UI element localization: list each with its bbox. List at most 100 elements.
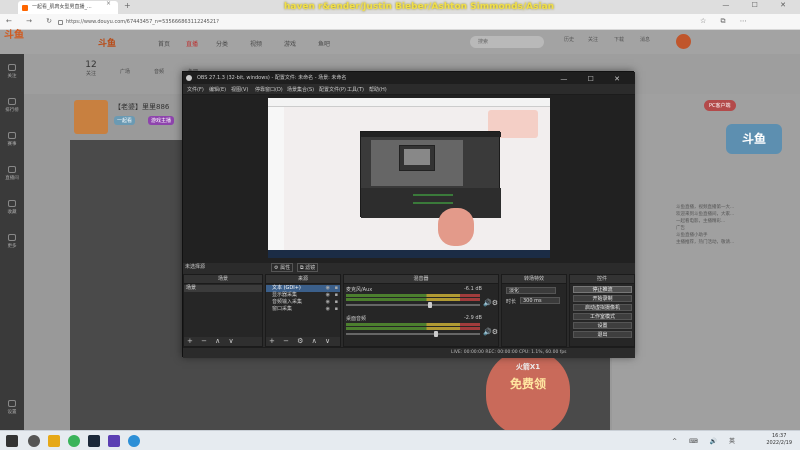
menu-scene-collection[interactable]: 场景集合(S) [287, 86, 314, 93]
subnav-follow[interactable]: 12 关注 [76, 60, 106, 77]
subnav-square[interactable]: 广场 [110, 68, 140, 75]
gear-icon [8, 400, 16, 407]
properties-label: 属性 [280, 265, 291, 271]
clock[interactable]: 16:37 2022/2/19 [766, 433, 792, 447]
rail-more[interactable]: 更多 [0, 234, 24, 249]
nested-preview-2 [399, 145, 435, 171]
speaker-icon[interactable]: 🔊⚙ [483, 328, 498, 336]
edge-icon[interactable] [128, 435, 140, 447]
grid-icon [8, 234, 16, 241]
rocket-promo[interactable]: 火箭X1 免费领 [486, 350, 570, 436]
scenes-toolbar[interactable]: + − ∧ ∨ [184, 337, 262, 346]
start-recording-button[interactable]: 开始录制 [573, 295, 632, 302]
source-item[interactable]: 文本 (GDI+) ◉ ▪ [266, 285, 340, 292]
captured-sidebar [268, 107, 284, 258]
nav-category[interactable]: 分类 [216, 39, 228, 48]
rail-rooms[interactable]: 直播间 [0, 166, 24, 181]
nav-live[interactable]: 直播 [186, 39, 198, 48]
room-tag[interactable]: 游戏主播 [148, 116, 175, 125]
url-field[interactable]: https://www.douyu.com/67443457_n=5356668… [56, 17, 696, 28]
volume-slider[interactable] [346, 304, 480, 306]
close-tab-icon[interactable]: × [106, 0, 111, 7]
controls-header: 控件 [570, 275, 634, 284]
steam-icon[interactable] [88, 435, 100, 447]
download-icon[interactable]: 下载 [610, 36, 628, 43]
rail-settings[interactable]: 设置 [0, 400, 24, 415]
menu-help[interactable]: 帮助(H) [369, 86, 387, 93]
menu-file[interactable]: 文件(F) [187, 86, 204, 93]
eye-icon[interactable]: ◉ [326, 299, 330, 306]
lock-icon[interactable]: ▪ [335, 285, 338, 292]
eye-icon[interactable]: ◉ [326, 306, 330, 313]
transition-select[interactable]: 淡化 [506, 287, 556, 294]
exit-button[interactable]: 退出 [573, 331, 632, 338]
explorer-icon[interactable] [48, 435, 60, 447]
scene-item[interactable]: 场景 [184, 285, 262, 292]
speaker-icon[interactable]: 🔊⚙ [483, 299, 498, 307]
search-input[interactable]: 搜索 [470, 36, 544, 48]
lock-icon[interactable]: ▪ [335, 306, 338, 313]
studio-mode-button[interactable]: 工作室模式 [573, 313, 632, 320]
search-icon[interactable] [28, 435, 40, 447]
menu-profile[interactable]: 配置文件(P) [319, 86, 346, 93]
rail-rank[interactable]: 排行榜 [0, 98, 24, 113]
menu-edit[interactable]: 编辑(E) [209, 86, 226, 93]
nav-games[interactable]: 游戏 [284, 39, 296, 48]
scenes-header: 场景 [184, 275, 262, 284]
nav-home[interactable]: 首页 [158, 39, 170, 48]
source-item[interactable]: 音频输入采集 ◉ ▪ [266, 299, 340, 306]
nav-fishbar[interactable]: 鱼吧 [318, 39, 330, 48]
rail-follow[interactable]: 关注 [0, 64, 24, 79]
new-tab-button[interactable]: + [124, 1, 131, 10]
sources-toolbar[interactable]: + − ⚙ ∧ ∨ [266, 337, 340, 346]
nav-buttons[interactable]: ← → ↻ [6, 17, 58, 25]
system-tray[interactable]: ^ ⌨ 🔊 英 [672, 436, 740, 445]
properties-button[interactable]: ⚙ 属性 [271, 263, 294, 272]
history-icon[interactable]: 历史 [560, 36, 578, 43]
rail-events[interactable]: 赛事 [0, 132, 24, 147]
subnav-audio[interactable]: 音频 [144, 68, 174, 75]
lock-icon[interactable]: ▪ [335, 292, 338, 299]
windows-taskbar: ^ ⌨ 🔊 英 16:37 2022/2/19 [0, 430, 800, 450]
filters-button[interactable]: ⧉ 滤镜 [297, 263, 319, 272]
follow-icon[interactable]: 关注 [584, 36, 602, 43]
volume-slider[interactable] [346, 333, 480, 335]
obs-preview[interactable] [183, 95, 635, 263]
virtual-camera-button[interactable]: 启动虚拟摄像机 [573, 304, 632, 311]
nested-preview-3 [404, 149, 430, 165]
obs-taskbar-icon[interactable] [108, 435, 120, 447]
captured-mascot [438, 208, 474, 246]
rail-favorites[interactable]: 收藏 [0, 200, 24, 215]
nav-video[interactable]: 视频 [250, 39, 262, 48]
site-logo[interactable]: 斗鱼 [4, 26, 24, 41]
site-header: 斗鱼 斗鱼 首页 直播 分类 视频 游戏 鱼吧 搜索 历史 关注 下载 消息 [0, 30, 800, 54]
eye-icon[interactable]: ◉ [326, 285, 330, 292]
source-item[interactable]: 窗口采集 ◉ ▪ [266, 306, 340, 313]
description-line: 主播推荐，热门活动，敬请... [676, 240, 735, 245]
pc-client-button[interactable]: PC客户端 [704, 100, 736, 111]
lock-icon[interactable]: ▪ [335, 299, 338, 306]
menu-view[interactable]: 视图(V) [231, 86, 248, 93]
stop-streaming-button[interactable]: 停止推流 [573, 286, 632, 293]
site-logo-main[interactable]: 斗鱼 [98, 36, 116, 49]
volume-knob[interactable] [434, 331, 438, 337]
settings-button[interactable]: 设置 [573, 322, 632, 329]
duration-input[interactable]: 300 ms [520, 297, 560, 304]
eye-icon[interactable]: ◉ [326, 292, 330, 299]
source-item[interactable]: 显示器采集 ◉ ▪ [266, 292, 340, 299]
menu-docks[interactable]: 停靠窗口(D) [255, 86, 283, 93]
app-icon[interactable] [68, 435, 80, 447]
browser-tab[interactable]: 一起看_肌肉女型男直播_... [18, 1, 118, 14]
avatar[interactable] [676, 34, 691, 49]
menu-tools[interactable]: 工具(T) [347, 86, 364, 93]
room-tag[interactable]: 一起看 [114, 116, 136, 125]
window-controls[interactable]: — ☐ ✕ [722, 1, 796, 9]
volume-knob[interactable] [428, 302, 432, 308]
channel-db: -2.9 dB [464, 315, 482, 321]
toolbar-icons[interactable]: ☆ ⧉ ⋯ [700, 17, 753, 26]
obs-menubar: 文件(F) 编辑(E) 视图(V) 停靠窗口(D) 场景集合(S) 配置文件(P… [183, 84, 635, 95]
streamer-avatar[interactable] [74, 100, 108, 134]
message-icon[interactable]: 消息 [636, 36, 654, 43]
no-source-selected: 未选择源 [185, 264, 206, 270]
start-icon[interactable] [6, 435, 18, 447]
